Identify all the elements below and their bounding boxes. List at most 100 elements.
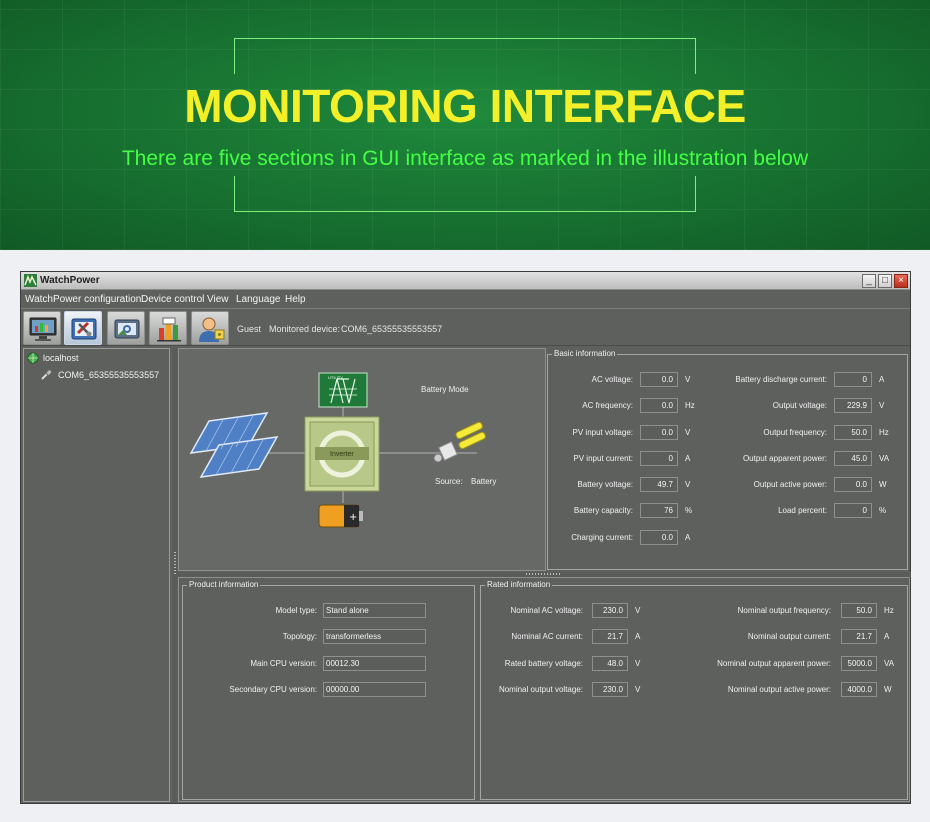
banner-frame-bottom (234, 176, 696, 212)
svg-text:+: + (349, 512, 357, 523)
field-label: PV input voltage: (572, 428, 633, 437)
device-photo-icon (114, 319, 140, 339)
utility-label: UTILITY (328, 375, 343, 380)
field-label: Battery discharge current: (735, 375, 827, 384)
configuration-button[interactable] (64, 311, 102, 345)
pv-input-voltage-value: 0.0 (640, 425, 678, 440)
menu-device-control[interactable]: Device control (141, 294, 204, 305)
field-unit: V (635, 685, 641, 694)
diagram-graphic: + (189, 372, 486, 528)
menu-help[interactable]: Help (285, 294, 306, 305)
field-label: Nominal output active power: (727, 685, 831, 694)
field-unit: A (685, 533, 691, 542)
minimize-button[interactable]: _ (862, 274, 876, 288)
utility-grid-icon (318, 372, 368, 408)
field-label: Battery capacity: (573, 506, 633, 515)
data-log-button[interactable] (149, 311, 187, 345)
device-plug-icon (41, 369, 52, 380)
maximize-button[interactable]: □ (878, 274, 892, 288)
secondary-cpu-version-value: 00000.00 (323, 682, 426, 697)
vertical-splitter-grip[interactable] (174, 552, 176, 574)
vertical-splitter[interactable] (173, 348, 177, 802)
nominal-output-current-value: 21.7 (841, 629, 877, 644)
field-unit: VA (879, 454, 890, 463)
field-label: Main CPU version: (250, 659, 317, 668)
charging-current-value: 0.0 (640, 530, 678, 545)
load-percent-value: 0 (834, 503, 872, 518)
field-unit: VA (884, 659, 895, 668)
product-information-title: Product information (187, 580, 261, 590)
field-label: Nominal output current: (747, 632, 831, 641)
menu-watchpower-configuration[interactable]: WatchPower configuration (25, 294, 141, 305)
battery-capacity-value: 76 (640, 503, 678, 518)
field-label: Output active power: (753, 480, 827, 489)
title-bar: WatchPower _ □ × (21, 272, 910, 290)
inverter-label: Inverter (330, 451, 354, 458)
ac-voltage-value: 0.0 (640, 372, 678, 387)
field-unit: V (685, 428, 691, 437)
user-button[interactable] (191, 311, 229, 345)
field-label: Battery voltage: (577, 480, 633, 489)
field-unit: V (635, 606, 641, 615)
system-diagram: + UTILITY Inverter Battery Mode Source: … (178, 348, 546, 571)
field-label: Nominal output apparent power: (717, 659, 831, 668)
field-unit: A (685, 454, 691, 463)
window-title: WatchPower (40, 275, 100, 286)
user-icon (199, 317, 225, 342)
rated-information-title: Rated information (485, 580, 553, 590)
field-label: Charging current: (571, 533, 633, 542)
nominal-output-frequency-value: 50.0 (841, 603, 877, 618)
device-info-button[interactable] (107, 311, 145, 345)
banner: MONITORING INTERFACE There are five sect… (0, 0, 930, 250)
output-frequency-value: 50.0 (834, 425, 872, 440)
field-unit: A (635, 632, 641, 641)
source-value: Battery (471, 477, 497, 486)
field-label: Nominal AC current: (511, 632, 583, 641)
nominal-output-voltage-value: 230.0 (592, 682, 628, 697)
banner-title: MONITORING INTERFACE (184, 80, 746, 132)
solar-panel-icon (189, 412, 279, 478)
field-label: PV input current: (573, 454, 633, 463)
watchpower-logo-icon (24, 274, 37, 287)
device-tree: localhost COM6_65355535553557 (23, 348, 170, 802)
monitor-icon (29, 317, 57, 341)
menu-view[interactable]: View (207, 294, 229, 305)
field-label: Secondary CPU version: (229, 685, 317, 694)
field-unit: % (879, 506, 887, 515)
close-button[interactable]: × (894, 274, 908, 288)
monitored-device-name: COM6_65355535553557 (341, 324, 443, 334)
horizontal-splitter-grip[interactable] (526, 573, 562, 575)
field-label: Output frequency: (763, 428, 827, 437)
field-unit: Hz (884, 606, 894, 615)
data-chart-icon (157, 317, 181, 342)
tools-icon (71, 318, 97, 340)
field-label: Nominal AC voltage: (510, 606, 583, 615)
field-unit: Hz (879, 428, 889, 437)
pv-input-current-value: 0 (640, 451, 678, 466)
field-label: AC voltage: (591, 375, 633, 384)
toolbar: Guest Monitored device: COM6_65355535553… (21, 308, 910, 346)
source-label: Source: (435, 477, 463, 486)
user-status: Guest (237, 324, 262, 334)
battery-voltage-value: 49.7 (640, 477, 678, 492)
nominal-output-apparent-power-value: 5000.0 (841, 656, 877, 671)
field-unit: A (879, 375, 885, 384)
field-label: AC frequency: (582, 401, 633, 410)
main-cpu-version-value: 00012.30 (323, 656, 426, 671)
field-unit: V (879, 401, 885, 410)
menu-language[interactable]: Language (236, 294, 281, 305)
battery-icon: + (318, 504, 363, 528)
nominal-ac-voltage-value: 230.0 (592, 603, 628, 618)
field-unit: W (884, 685, 892, 694)
banner-subtitle: There are five sections in GUI interface… (121, 147, 809, 170)
monitor-button[interactable] (23, 311, 61, 345)
tree-item-localhost[interactable]: localhost (43, 353, 79, 363)
tree-item-device[interactable]: COM6_65355535553557 (58, 370, 159, 380)
field-label: Rated battery voltage: (504, 659, 583, 668)
output-voltage-value: 229.9 (834, 398, 872, 413)
field-unit: W (879, 480, 887, 489)
field-label: Nominal output frequency: (737, 606, 831, 615)
field-unit: V (685, 375, 691, 384)
banner-frame-top (234, 38, 696, 74)
monitored-device-label: Monitored device: (269, 324, 341, 334)
